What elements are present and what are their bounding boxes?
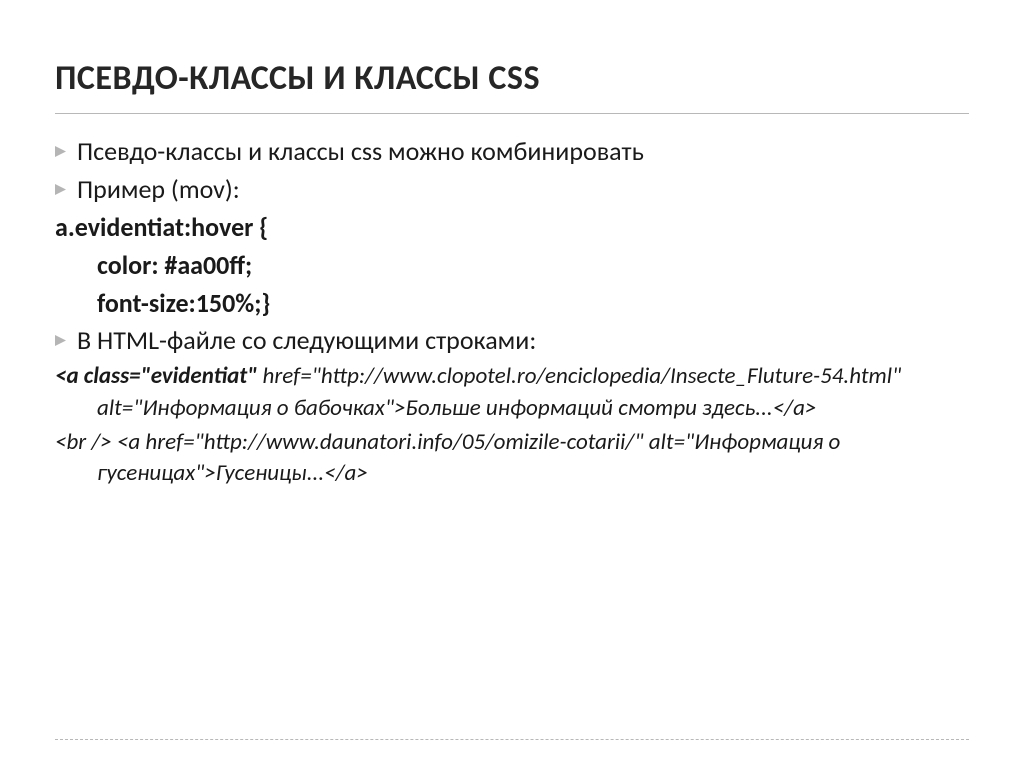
- bullet-text: В HTML-файле со следующими строками:: [77, 323, 969, 359]
- triangle-bullet-icon: [55, 134, 77, 157]
- code-line: font-size:150%;}: [97, 286, 969, 322]
- slide-content: Псевдо-классы и классы css можно комбини…: [55, 134, 969, 490]
- code-line: color: #aa00ff;: [97, 248, 969, 284]
- bullet-item: Псевдо-классы и классы css можно комбини…: [55, 134, 969, 170]
- bullet-item: Пример (mov):: [55, 172, 969, 208]
- html-example-block: <a class="evidentiat" href="http://www.c…: [55, 361, 969, 424]
- html-example-block: <br /> <a href="http://www.daunatori.inf…: [55, 427, 969, 490]
- triangle-bullet-icon: [55, 172, 77, 195]
- code-text: <a class="evidentiat": [55, 362, 257, 390]
- triangle-bullet-icon: [55, 323, 77, 346]
- code-text: <br /> <a href="http://www.daunatori.inf…: [55, 428, 840, 488]
- bottom-divider: [55, 739, 969, 740]
- bullet-text: Псевдо-классы и классы css можно комбини…: [77, 134, 969, 170]
- slide-title: ПСЕВДО-КЛАССЫ И КЛАССЫ CSS: [55, 58, 969, 114]
- bullet-item: В HTML-файле со следующими строками:: [55, 323, 969, 359]
- bullet-text: Пример (mov):: [77, 172, 969, 208]
- code-line: a.evidentiat:hover {: [55, 210, 969, 246]
